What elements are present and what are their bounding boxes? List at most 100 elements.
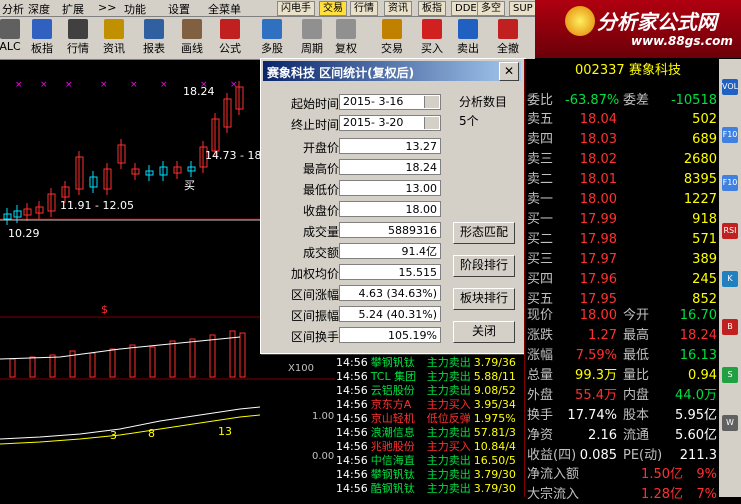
tag-button[interactable]: SUP xyxy=(509,1,537,16)
tag-button[interactable]: 资讯 xyxy=(384,1,412,16)
toolbar-label: 复权 xyxy=(335,42,357,55)
menu-item[interactable]: 分析 xyxy=(2,1,24,17)
toolbar-button[interactable]: 画线 xyxy=(176,19,208,56)
sidebar-tool-icon[interactable]: W xyxy=(722,415,738,431)
tick-row[interactable]: 14:56 云铝股份 主力卖出 9.08/52 xyxy=(336,384,524,397)
stat-value-field[interactable]: 4.63 (34.63%) xyxy=(339,285,441,301)
tick-row[interactable]: 14:56 中信海直 主力卖出 16.50/5 xyxy=(336,454,524,467)
ask-row[interactable]: 卖三 18.02 2680 xyxy=(525,150,719,169)
toolbar-button[interactable]: 行情 xyxy=(62,19,94,56)
ask-volume: 1227 xyxy=(683,192,717,207)
toolbar-button[interactable]: 报表 xyxy=(138,19,170,56)
stat-value-field[interactable]: 91.4亿 xyxy=(339,243,441,259)
dialog-titlebar[interactable]: 赛象科技 区间统计(复权后) ✕ xyxy=(263,61,521,81)
sidebar-tool-icon[interactable]: RSI xyxy=(722,223,738,239)
tick-list[interactable]: 14:56 攀钢钒钛 主力卖出 3.79/36 14:56 TCL 集团 主力卖出 5.88/… xyxy=(336,355,524,497)
tag-button[interactable]: 行情 xyxy=(350,1,378,16)
menu-item[interactable]: 功能 xyxy=(124,1,146,17)
bid-row[interactable]: 买四 17.96 245 xyxy=(525,270,719,289)
tick-row[interactable]: 14:56 京东方A 主力买入 3.95/34 xyxy=(336,398,524,411)
menu-item[interactable]: 扩展 xyxy=(62,1,84,17)
menu-item[interactable]: 全菜单 xyxy=(208,1,241,17)
stat-value-field[interactable]: 18.24 xyxy=(339,159,441,175)
tag-button[interactable]: 闪电手 xyxy=(277,1,315,16)
tick-value: 5.88/11 xyxy=(473,370,516,383)
stat-value-field[interactable]: 15.515 xyxy=(339,264,441,280)
stat-value-field[interactable]: 105.19% xyxy=(339,327,441,343)
spin-icon[interactable] xyxy=(424,117,439,129)
dialog-button[interactable]: 形态匹配 xyxy=(453,222,515,244)
stat-value-field[interactable]: 18.00 xyxy=(339,201,441,217)
toolbar-button[interactable]: 资讯 xyxy=(98,19,130,56)
spin-icon[interactable] xyxy=(424,96,439,108)
volume-bar xyxy=(129,344,136,378)
stat-value-field[interactable]: 5.24 (40.31%) xyxy=(339,306,441,322)
calculator-icon xyxy=(0,19,20,39)
weibi-value: -63.87% xyxy=(565,93,620,108)
toolbar-label: 板指 xyxy=(31,42,53,55)
tick-row[interactable]: 14:56 攀钢钒钛 主力卖出 3.79/30 xyxy=(336,468,524,481)
dialog-button[interactable]: 阶段排行 xyxy=(453,255,515,277)
bid-label: 买四 xyxy=(527,272,554,287)
stat-value: 16.13 xyxy=(679,348,717,363)
toolbar-button[interactable]: 全撤 xyxy=(492,19,524,56)
tag-button[interactable]: 交易 xyxy=(319,1,347,16)
stat-value-field[interactable]: 13.00 xyxy=(339,180,441,196)
bid-price: 17.98 xyxy=(579,232,617,247)
tick-stock-name: 攀钢钒钛 xyxy=(370,356,415,369)
bid-row[interactable]: 买一 17.99 918 xyxy=(525,210,719,229)
tick-row[interactable]: 14:56 京山轻机 低位反弹 1.975% xyxy=(336,412,524,425)
tick-value: 3.79/36 xyxy=(473,356,516,369)
stat-value-field[interactable]: 5889316 xyxy=(339,222,441,238)
tick-row[interactable]: 14:56 攀钢钒钛 主力卖出 3.79/36 xyxy=(336,356,524,369)
sidebar-tool-icon[interactable]: VOL xyxy=(722,79,738,95)
menu-item[interactable]: 深度 xyxy=(28,1,50,17)
bid-row[interactable]: 买三 17.97 389 xyxy=(525,250,719,269)
sell-icon xyxy=(458,19,478,39)
menu-item[interactable]: >> xyxy=(98,1,116,14)
sidebar-tool-icon[interactable]: K xyxy=(722,271,738,287)
dialog-button[interactable]: 关闭 xyxy=(453,321,515,343)
quote-panel: 002337 赛象科技 委比 -63.87% 委差 -10518 卖五 18.04… xyxy=(524,59,719,502)
sidebar-tool-icon[interactable]: F10 xyxy=(722,127,738,143)
ask-row[interactable]: 卖二 18.01 8395 xyxy=(525,170,719,189)
volume-bar xyxy=(109,348,116,378)
stat-value: 0.94 xyxy=(688,368,717,383)
quote-header: 002337 赛象科技 xyxy=(525,61,719,80)
close-icon[interactable]: ✕ xyxy=(499,62,519,81)
toolbar-button[interactable]: 公式 xyxy=(214,19,246,56)
buy-signal-label: 买 xyxy=(184,179,195,192)
tick-stock-name: 酷钢钒钛 xyxy=(370,482,415,495)
tick-row[interactable]: 14:56 TCL 集团 主力卖出 5.88/11 xyxy=(336,370,524,383)
flow-label: 净流入额 xyxy=(527,467,580,482)
toolbar-button[interactable]: ALC xyxy=(0,19,26,53)
tag-button[interactable]: 多空 xyxy=(477,1,505,16)
stat-value-field[interactable]: 13.27 xyxy=(339,138,441,154)
dialog-button[interactable]: 板块排行 xyxy=(453,288,515,310)
toolbar-button[interactable]: 交易 xyxy=(376,19,408,56)
toolbar-button[interactable]: 板指 xyxy=(26,19,58,56)
sidebar-tool-icon[interactable]: S xyxy=(722,367,738,383)
tick-row[interactable]: 14:56 兆驰股份 主力买入 10.84/4 xyxy=(336,440,524,453)
toolbar-button[interactable]: 周期 xyxy=(296,19,328,56)
tag-button[interactable]: 板指 xyxy=(418,1,446,16)
sidebar-tool-icon[interactable]: B xyxy=(722,319,738,335)
toolbar-button[interactable]: 多股 xyxy=(256,19,288,56)
count-value: 5个 xyxy=(459,114,479,128)
menu-item[interactable]: 设置 xyxy=(168,1,190,17)
marker-icon: × xyxy=(130,80,138,90)
end-time-field[interactable]: 2015- 3-20 xyxy=(339,115,441,131)
tick-row[interactable]: 14:56 浪潮信息 主力卖出 57.81/3 xyxy=(336,426,524,439)
ask-row[interactable]: 卖四 18.03 689 xyxy=(525,130,719,149)
ask-row[interactable]: 卖五 18.04 502 xyxy=(525,110,719,129)
bid-row[interactable]: 买二 17.98 571 xyxy=(525,230,719,249)
tick-row[interactable]: 14:56 酷钢钒钛 主力卖出 3.79/30 xyxy=(336,482,524,495)
toolbar-button[interactable]: 卖出 xyxy=(452,19,484,56)
tick-stock-name: 京山轻机 xyxy=(370,412,415,425)
start-time-field[interactable]: 2015- 3-16 xyxy=(339,94,441,110)
tick-time: 14:56 xyxy=(336,412,368,425)
ask-row[interactable]: 卖一 18.00 1227 xyxy=(525,190,719,209)
toolbar-button[interactable]: 复权 xyxy=(330,19,362,56)
toolbar-button[interactable]: 买入 xyxy=(416,19,448,56)
sidebar-tool-icon[interactable]: F10 xyxy=(722,175,738,191)
